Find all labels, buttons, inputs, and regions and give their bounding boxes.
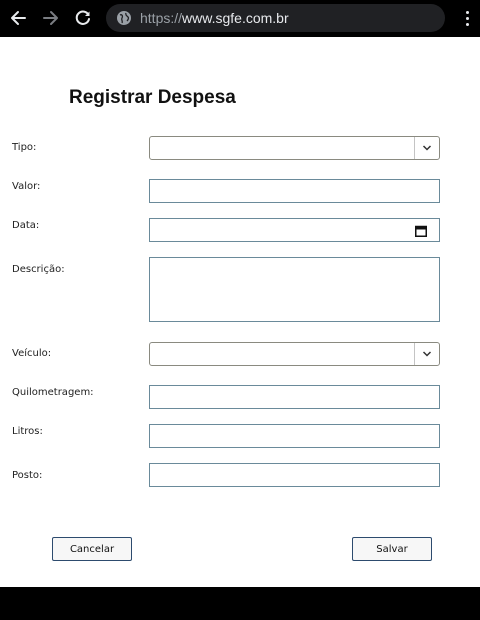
cancel-button[interactable]: Cancelar: [52, 537, 132, 561]
posto-input[interactable]: [149, 463, 440, 487]
descricao-textarea[interactable]: [149, 257, 440, 322]
bottom-bar: [0, 587, 480, 620]
arrow-left-icon: [11, 11, 26, 25]
reload-icon: [75, 10, 90, 25]
arrow-right-icon: [43, 11, 58, 25]
page-title: Registrar Despesa: [69, 87, 236, 108]
save-button[interactable]: Salvar: [352, 537, 432, 561]
veiculo-label: Veículo:: [12, 348, 52, 359]
browser-toolbar: https://www.sgfe.com.br: [0, 0, 480, 37]
back-button[interactable]: [6, 6, 30, 30]
valor-label: Valor:: [12, 181, 41, 192]
address-bar[interactable]: https://www.sgfe.com.br: [106, 4, 445, 32]
page-content: Registrar Despesa Tipo: Valor: Data: Des…: [0, 37, 480, 587]
veiculo-select[interactable]: [149, 342, 440, 366]
tipo-select[interactable]: [149, 136, 440, 160]
descricao-label: Descrição:: [12, 264, 65, 275]
tipo-label: Tipo:: [12, 142, 37, 153]
litros-input[interactable]: [149, 424, 440, 448]
url-text: https://www.sgfe.com.br: [140, 9, 289, 27]
forward-button[interactable]: [39, 6, 63, 30]
valor-input[interactable]: [149, 179, 440, 203]
reload-button[interactable]: [71, 6, 95, 30]
data-input[interactable]: [149, 218, 440, 242]
globe-icon[interactable]: [116, 10, 132, 26]
posto-label: Posto:: [12, 470, 43, 481]
url-host: www.sgfe.com.br: [182, 10, 289, 26]
quilometragem-input[interactable]: [149, 385, 440, 409]
url-scheme: https://: [140, 10, 183, 26]
chevron-down-icon[interactable]: [414, 343, 439, 365]
quilometragem-label: Quilometragem:: [12, 387, 94, 398]
kebab-menu-icon[interactable]: [460, 7, 474, 29]
chevron-down-icon[interactable]: [414, 137, 439, 159]
data-label: Data:: [12, 220, 40, 231]
litros-label: Litros:: [12, 426, 43, 437]
calendar-icon[interactable]: [415, 225, 427, 237]
